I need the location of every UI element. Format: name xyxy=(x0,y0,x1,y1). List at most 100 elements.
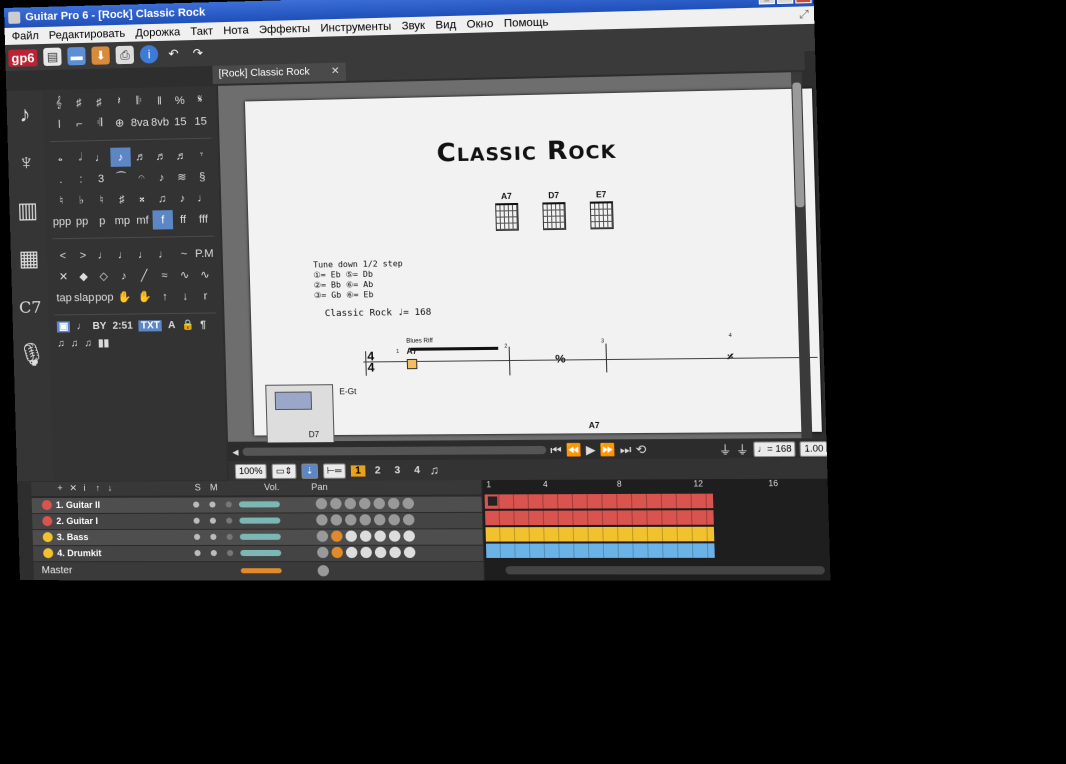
harmonic-icon[interactable]: ◆ xyxy=(73,267,94,286)
pilcrow-icon[interactable]: ¶ xyxy=(200,320,206,331)
chord-icon[interactable]: C7 xyxy=(12,282,49,331)
quarter-note-icon[interactable]: ♩ xyxy=(90,148,111,167)
menu-view[interactable]: Вид xyxy=(430,18,462,31)
hand-2-icon[interactable]: ✋ xyxy=(134,287,155,306)
menu-bar-item[interactable]: Такт xyxy=(185,25,218,38)
print-icon[interactable]: ⎙ xyxy=(115,45,135,65)
up-stroke-icon[interactable]: ↑ xyxy=(155,287,176,306)
pan-knob[interactable] xyxy=(316,530,329,542)
dyn-ppp[interactable]: ppp xyxy=(52,212,73,231)
eq-knob[interactable] xyxy=(402,514,415,526)
mixer-track-row[interactable]: 3. Bass xyxy=(32,529,483,546)
dyn-mp[interactable]: mp xyxy=(112,211,133,230)
eq-knob[interactable] xyxy=(358,497,371,510)
slide-icon[interactable]: ╱ xyxy=(134,266,155,285)
dyn-mf[interactable]: mf xyxy=(132,210,153,229)
accent-icon[interactable]: ♩ xyxy=(93,245,114,264)
menu-effects[interactable]: Эффекты xyxy=(254,22,316,36)
lock-icon[interactable]: 🔒 xyxy=(181,320,194,331)
eq-knob[interactable] xyxy=(387,497,400,510)
speed-field[interactable]: 1.00 xyxy=(799,440,828,457)
track-lane[interactable] xyxy=(485,526,715,542)
trill-icon[interactable]: ∿ xyxy=(195,265,216,284)
eq-knob[interactable] xyxy=(359,530,372,542)
double-dot-icon[interactable]: : xyxy=(71,169,92,188)
last-bar-icon[interactable]: ⏭ xyxy=(620,442,632,458)
visibility-icon[interactable] xyxy=(225,501,232,508)
master-pan-knob[interactable] xyxy=(317,565,330,577)
dyn-f[interactable]: f xyxy=(152,210,174,230)
eq-knob[interactable] xyxy=(359,514,372,526)
eq-knob[interactable] xyxy=(330,514,343,526)
tremolo-icon[interactable]: ≋ xyxy=(171,167,192,187)
solo-button[interactable] xyxy=(193,517,200,524)
arpeggio-icon[interactable]: § xyxy=(192,167,213,187)
rest-icon-2[interactable]: 𝄾 xyxy=(191,146,212,166)
whole-note-icon[interactable]: 𝅝 xyxy=(50,149,71,168)
heavy-icon[interactable]: ♩ xyxy=(153,244,174,263)
palm-mute-icon[interactable]: P.M xyxy=(194,244,215,264)
sharp-icon[interactable]: ♯ xyxy=(89,93,110,113)
menu-sound[interactable]: Звук xyxy=(396,19,430,32)
track-lane[interactable] xyxy=(484,493,714,509)
ottava-15-icon[interactable]: 15 xyxy=(170,112,191,132)
pan-knob[interactable] xyxy=(315,498,328,510)
dyn-ff[interactable]: ff xyxy=(173,210,194,230)
eq-knob[interactable] xyxy=(402,497,415,510)
segno-icon[interactable]: 𝄋 xyxy=(190,90,211,110)
mute-button[interactable] xyxy=(209,501,216,508)
a-text-icon[interactable]: A xyxy=(168,320,176,331)
bars-icon[interactable]: ▮▮ xyxy=(98,338,109,349)
visibility-icon[interactable] xyxy=(226,550,234,557)
triplet-icon[interactable]: 3 xyxy=(91,169,112,188)
target-icon[interactable]: ⊕ xyxy=(109,113,130,133)
eq-knob[interactable] xyxy=(374,546,387,559)
32nd-note-icon[interactable]: ♬ xyxy=(151,147,172,167)
chord-notes-icon[interactable]: ♫ xyxy=(152,189,173,209)
loop-icon[interactable]: ⟲ xyxy=(635,442,646,457)
guitar-icon[interactable]: ♆ xyxy=(8,138,45,187)
tab-document[interactable]: [Rock] Classic Rock ✕ xyxy=(212,62,347,85)
play-icon[interactable]: ▶ xyxy=(586,443,596,457)
maximize-button[interactable]: ▫ xyxy=(776,0,794,5)
mixer-icon[interactable]: ▦ xyxy=(10,234,47,283)
open-file-icon[interactable]: ▬ xyxy=(67,46,86,66)
voice-4-button[interactable]: 4 xyxy=(410,465,425,476)
rest-icon[interactable]: 𝄽 xyxy=(109,92,130,112)
close-window-button[interactable]: ✕ xyxy=(794,0,812,4)
chord-diagram[interactable]: D7 xyxy=(535,191,574,231)
menu-tools[interactable]: Инструменты xyxy=(315,20,396,34)
double-sharp-icon[interactable]: 𝄪 xyxy=(132,189,153,208)
voice-2-button[interactable]: 2 xyxy=(370,465,385,476)
eighth-note-icon[interactable]: ♪ xyxy=(110,147,131,167)
vibrato-icon[interactable]: ≈ xyxy=(154,266,175,285)
chord-diagram[interactable]: E7 xyxy=(582,190,621,230)
track-lane[interactable] xyxy=(485,510,714,526)
by-icon[interactable]: BY xyxy=(92,321,106,332)
pan-knob[interactable] xyxy=(317,546,329,559)
eq-knob[interactable] xyxy=(403,530,416,542)
scroll-left-icon[interactable]: ◂ xyxy=(232,445,239,459)
info-icon[interactable]: i xyxy=(139,45,159,64)
layout-select[interactable]: ▭⇕ xyxy=(271,463,297,479)
horizontal-scrollbar[interactable] xyxy=(242,445,547,456)
visibility-icon[interactable] xyxy=(226,517,233,524)
txt-icon[interactable]: TXT xyxy=(138,320,163,332)
natural-2-icon[interactable]: ♮ xyxy=(91,190,112,209)
fullscreen-icon[interactable]: ⤢ xyxy=(794,8,815,22)
fermata-icon[interactable]: 𝄐 xyxy=(131,168,152,188)
new-file-icon[interactable]: ▤ xyxy=(43,47,62,67)
tempo-field[interactable]: ♩= 168 xyxy=(752,440,797,457)
selected-note-cursor[interactable] xyxy=(406,358,418,370)
zoom-select[interactable]: 100% xyxy=(234,463,267,479)
ghost-icon[interactable]: ♩ xyxy=(133,245,154,264)
octave-up-icon[interactable]: 8va xyxy=(129,113,150,133)
volume-slider[interactable] xyxy=(240,549,282,557)
eq-knob[interactable] xyxy=(344,497,357,510)
move-up-icon[interactable]: ↑ xyxy=(95,483,100,493)
eq-knob[interactable] xyxy=(345,530,358,542)
harmonic-2-icon[interactable]: ◇ xyxy=(93,266,114,285)
mixer-track-row[interactable]: 1. Guitar II xyxy=(31,496,482,514)
multivoice-icon[interactable]: ♫ xyxy=(429,463,439,477)
sixteenth-note-icon[interactable]: ♬ xyxy=(130,147,151,167)
